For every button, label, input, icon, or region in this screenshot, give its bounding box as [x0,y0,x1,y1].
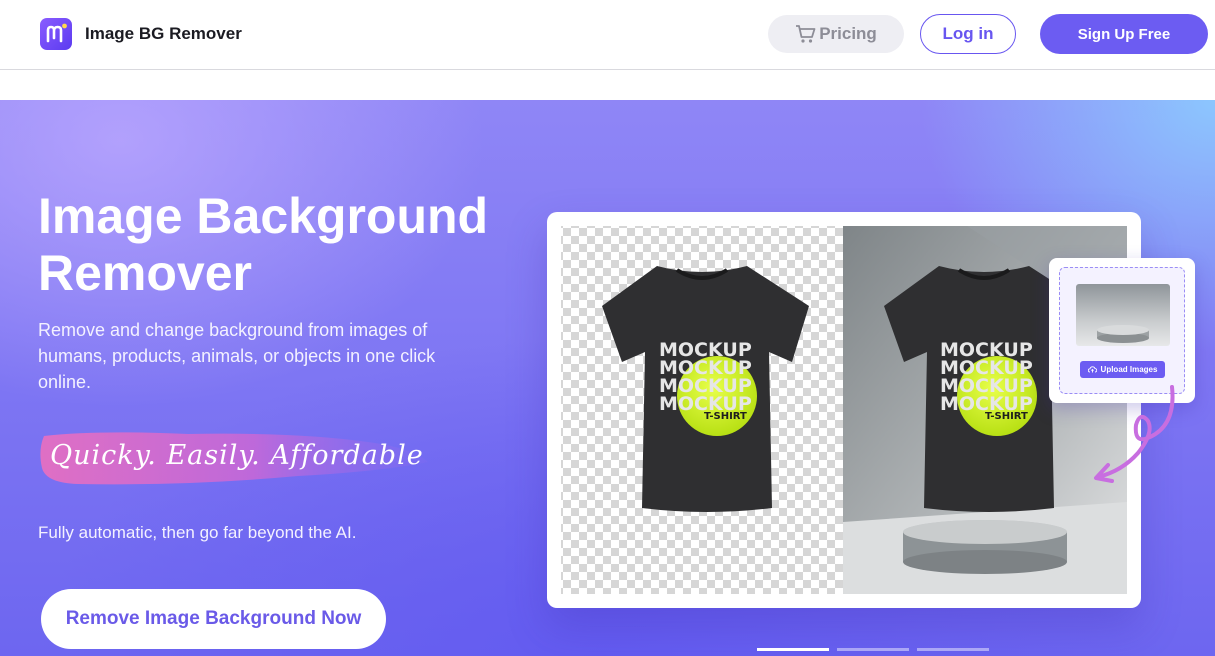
m-logo-icon[interactable] [40,18,72,50]
hero-subtitle: Remove and change background from images… [38,320,436,392]
upload-images-button[interactable]: Upload Images [1080,361,1165,378]
signup-button[interactable]: Sign Up Free [1040,14,1208,54]
hero-note: Fully automatic, then go far beyond the … [38,523,357,542]
curved-arrow-icon [1094,385,1175,483]
tagline-banner: Quicky. Easily. Affordable [38,428,430,490]
remove-background-cta[interactable]: Remove Image Background Now [41,589,386,649]
hero-title-line2: Remover [38,245,252,301]
hero-title: Image Background Remover [38,188,518,302]
login-button[interactable]: Log in [920,14,1016,54]
site-header: Image BG Remover Pricing Log in Sign Up … [0,0,1215,70]
carousel-dot-2[interactable] [837,648,909,651]
svg-text:T-SHIRT: T-SHIRT [704,411,747,422]
carousel-dot-3[interactable] [917,648,989,651]
tagline-text: Quicky. Easily. Affordable [50,440,424,471]
svg-text:T-SHIRT: T-SHIRT [985,411,1028,422]
cloud-upload-icon [1087,365,1097,375]
hero-title-line1: Image Background [38,188,489,244]
brand-name[interactable]: Image BG Remover [85,24,242,44]
pricing-button[interactable]: Pricing [768,15,904,53]
carousel-dot-1[interactable] [757,648,829,651]
hero-section: Image Background Remover Remove and chan… [0,100,1215,656]
upload-images-label: Upload Images [1100,365,1158,374]
carousel-indicator [757,648,997,651]
upload-dropzone[interactable]: Upload Images [1059,267,1185,394]
pricing-label: Pricing [819,24,877,43]
upload-preview-card: Upload Images [1049,258,1195,403]
upload-thumbnail [1076,284,1170,346]
cart-icon [796,25,816,43]
